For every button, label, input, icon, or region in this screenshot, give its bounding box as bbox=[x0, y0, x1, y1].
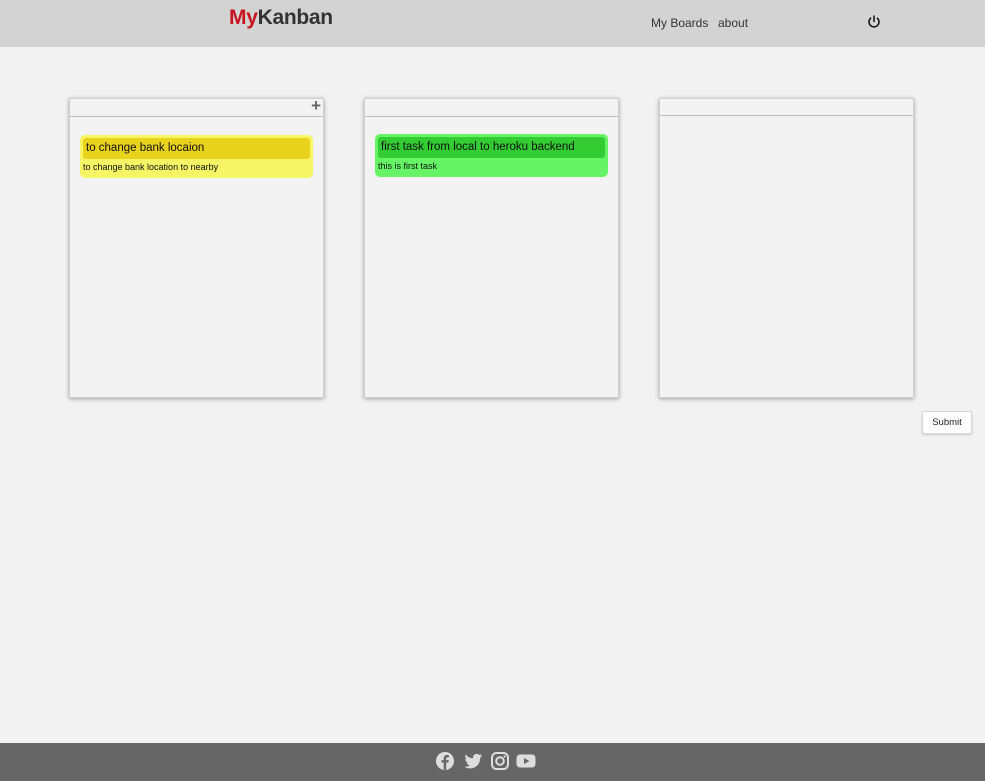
power-icon[interactable] bbox=[866, 14, 882, 30]
nav-about[interactable]: about bbox=[718, 16, 748, 30]
add-card-button[interactable]: + bbox=[311, 96, 321, 116]
column-header: + bbox=[70, 96, 323, 117]
instagram-icon[interactable] bbox=[489, 750, 511, 772]
app-logo[interactable]: MyKanban bbox=[229, 6, 333, 30]
top-navbar: MyKanban My Boards about bbox=[0, 0, 985, 47]
column-header bbox=[365, 99, 618, 117]
nav-my-boards[interactable]: My Boards bbox=[651, 16, 708, 30]
card-description: this is first task bbox=[378, 161, 438, 171]
board-column-3 bbox=[659, 98, 914, 398]
board-column-1: + to change bank locaion to change bank … bbox=[69, 96, 324, 398]
board-column-2: first task from local to heroku backend … bbox=[364, 98, 619, 398]
logo-my: My bbox=[229, 6, 258, 29]
facebook-icon[interactable] bbox=[434, 750, 456, 772]
task-card[interactable]: first task from local to heroku backend … bbox=[375, 134, 608, 177]
card-title: to change bank locaion bbox=[83, 138, 310, 159]
card-description: to change bank location to nearby bbox=[83, 162, 219, 172]
footer bbox=[0, 743, 985, 781]
column-header bbox=[660, 99, 913, 116]
logo-kanban: Kanban bbox=[257, 6, 334, 29]
youtube-icon[interactable] bbox=[515, 750, 537, 772]
task-card[interactable]: to change bank locaion to change bank lo… bbox=[80, 135, 313, 178]
submit-button[interactable]: Submit bbox=[922, 411, 972, 434]
card-title: first task from local to heroku backend bbox=[378, 137, 605, 158]
twitter-icon[interactable] bbox=[462, 750, 484, 772]
